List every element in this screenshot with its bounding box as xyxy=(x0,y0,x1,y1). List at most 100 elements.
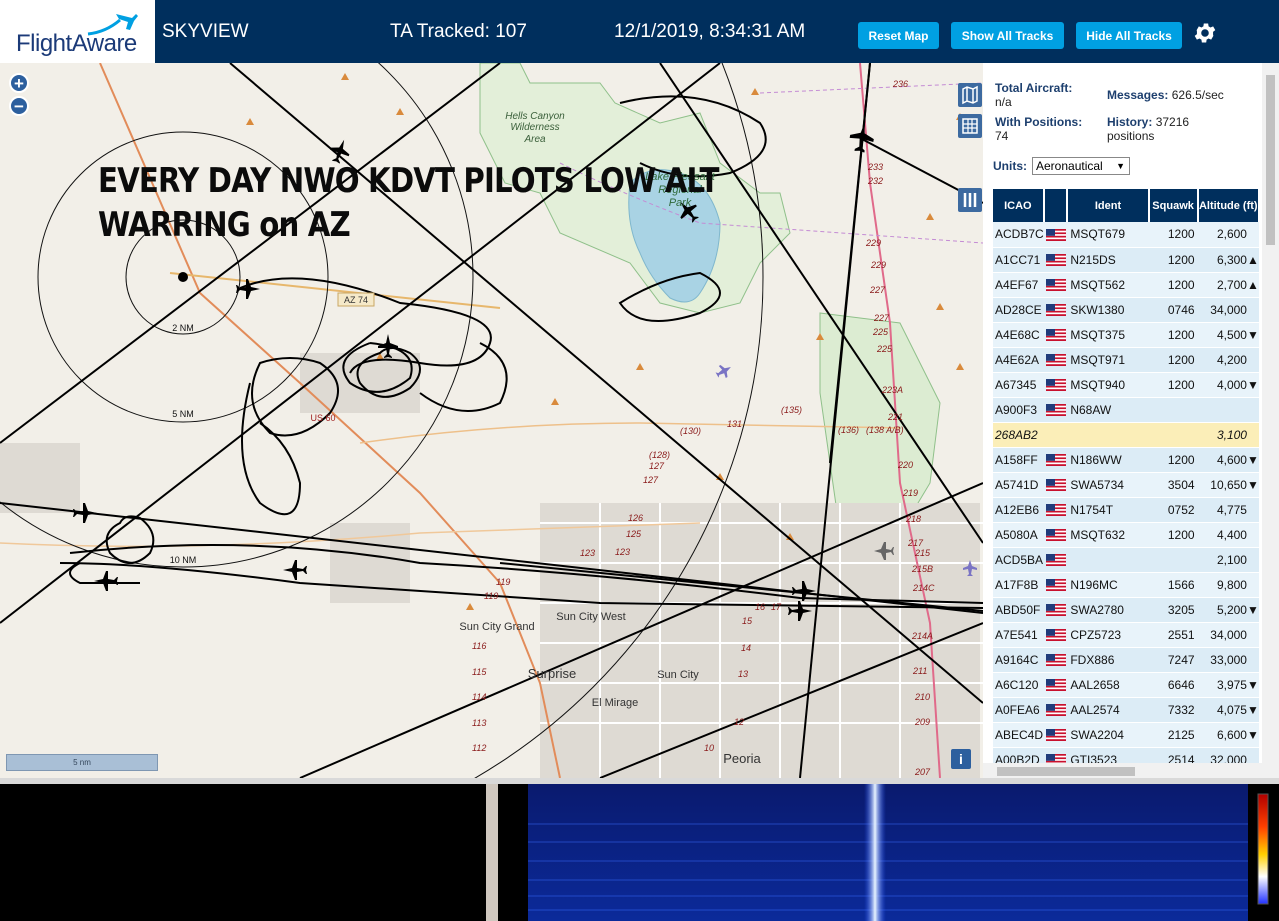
label-r131: 131 xyxy=(727,419,742,429)
flag-cell xyxy=(1043,397,1068,423)
show-all-tracks-button[interactable]: Show All Tracks xyxy=(951,22,1064,49)
columns-icon xyxy=(963,193,977,207)
flag-cell xyxy=(1043,647,1068,673)
table-row[interactable]: A4E68C MSQT375 1200 4,500 ▼ xyxy=(993,322,1259,348)
label-r119b: 119 xyxy=(484,591,498,601)
map-info-button[interactable]: i xyxy=(951,749,971,769)
ring-label-5nm: 5 NM xyxy=(172,409,194,419)
table-row[interactable]: A1CC71 N215DS 1200 6,300 ▲ xyxy=(993,247,1259,273)
ident-cell: N68AW xyxy=(1067,397,1149,423)
vertical-rate-icon: ▼ xyxy=(1246,322,1259,348)
svg-text:218: 218 xyxy=(905,514,921,524)
history-unit: positions xyxy=(1107,129,1155,143)
table-row[interactable]: ACDB7C MSQT679 1200 2,600 xyxy=(993,222,1259,248)
gear-icon[interactable] xyxy=(1192,20,1218,46)
icao-cell: A4E62A xyxy=(993,347,1044,373)
squawk-cell: 6646 xyxy=(1148,672,1198,698)
table-row[interactable]: A67345 MSQT940 1200 4,000 ▼ xyxy=(993,372,1259,398)
table-row[interactable]: A4E62A MSQT971 1200 4,200 xyxy=(993,347,1259,373)
table-row[interactable]: A7E541 CPZ5723 2551 34,000 xyxy=(993,622,1259,648)
squawk-cell: 7247 xyxy=(1148,647,1198,673)
table-row[interactable]: A17F8B N196MC 1566 9,800 xyxy=(993,572,1259,598)
squawk-cell: 1200 xyxy=(1148,247,1198,273)
spectrum-waterfall xyxy=(498,784,1279,921)
altitude-cell: 10,650 xyxy=(1197,472,1247,498)
icao-cell: A6C120 xyxy=(993,672,1044,698)
svg-text:215B: 215B xyxy=(911,564,933,574)
column-squawk[interactable]: Squawk xyxy=(1148,189,1199,222)
altitude-cell: 6,600 xyxy=(1197,722,1247,748)
table-row[interactable]: A6C120 AAL2658 6646 3,975 ▼ xyxy=(993,672,1259,698)
table-row[interactable]: A0FEA6 AAL2574 7332 4,075 ▼ xyxy=(993,697,1259,723)
table-row[interactable]: A9164C FDX886 7247 33,000 xyxy=(993,647,1259,673)
flag-cell xyxy=(1043,697,1068,723)
column-icao[interactable]: ICAO xyxy=(993,189,1045,222)
sidebar-horizontal-scrollbar[interactable] xyxy=(983,763,1279,779)
us-flag-icon xyxy=(1045,604,1066,617)
table-row[interactable]: A5080A MSQT632 1200 4,400 xyxy=(993,522,1259,548)
table-row[interactable]: A12EB6 N1754T 0752 4,775 xyxy=(993,497,1259,523)
us-flag-icon xyxy=(1045,229,1066,242)
ident-cell: MSQT632 xyxy=(1067,522,1149,548)
label-r112: 112 xyxy=(472,743,486,753)
vertical-rate-icon xyxy=(1246,297,1259,323)
svg-text:214C: 214C xyxy=(912,583,935,593)
flag-cell xyxy=(1043,247,1068,273)
label-peoria: Peoria xyxy=(723,751,761,766)
icao-cell: ACD5BA xyxy=(993,547,1044,573)
messages-label: Messages: xyxy=(1107,88,1169,102)
squawk-cell: 0752 xyxy=(1148,497,1198,523)
icao-cell: ACDB7C xyxy=(993,222,1044,248)
reset-map-button[interactable]: Reset Map xyxy=(858,22,939,49)
table-row[interactable]: AD28CE SKW1380 0746 34,000 xyxy=(993,297,1259,323)
table-row[interactable]: A900F3 N68AW xyxy=(993,397,1259,423)
icao-cell: 268AB2 xyxy=(993,422,1044,448)
zoom-in-button[interactable]: + xyxy=(9,73,29,93)
messages-stat: Messages: 626.5/sec xyxy=(1107,88,1224,102)
icao-cell: AD28CE xyxy=(993,297,1044,323)
flag-cell xyxy=(1043,522,1068,548)
map-view[interactable]: 2 NM 5 NM 10 NM Hells Canyon Wilderness … xyxy=(0,63,983,778)
column-ident[interactable]: Ident xyxy=(1067,189,1150,222)
us-flag-icon xyxy=(1045,729,1066,742)
svg-text:214A: 214A xyxy=(911,631,933,641)
squawk-cell: 1200 xyxy=(1148,522,1198,548)
squawk-cell: 7332 xyxy=(1148,697,1198,723)
svg-text:227: 227 xyxy=(869,285,886,295)
vertical-rate-icon xyxy=(1246,497,1259,523)
vertical-rate-icon xyxy=(1246,622,1259,648)
icao-cell: A900F3 xyxy=(993,397,1044,423)
hide-all-tracks-button[interactable]: Hide All Tracks xyxy=(1076,22,1182,49)
table-row[interactable]: ABEC4D SWA2204 2125 6,600 ▼ xyxy=(993,722,1259,748)
table-row[interactable]: 268AB2 3,100 xyxy=(993,422,1259,448)
vertical-rate-icon xyxy=(1246,547,1259,573)
table-row[interactable]: ABD50F SWA2780 3205 5,200 ▼ xyxy=(993,597,1259,623)
column-altitude[interactable]: Altitude (ft) xyxy=(1197,189,1261,222)
label-hells-canyon-1: Hells Canyon xyxy=(505,111,565,122)
svg-text:227: 227 xyxy=(873,313,890,323)
table-row[interactable]: A5741D SWA5734 3504 10,650 ▼ xyxy=(993,472,1259,498)
zoom-out-button[interactable]: − xyxy=(9,96,29,116)
altitude-cell: 4,400 xyxy=(1197,522,1247,548)
column-flag[interactable] xyxy=(1043,189,1069,222)
altitude-cell: 3,100 xyxy=(1197,422,1247,448)
flag-cell xyxy=(1043,572,1068,598)
table-row[interactable]: A158FF N186WW 1200 4,600 ▼ xyxy=(993,447,1259,473)
map-layers-button[interactable] xyxy=(958,83,982,107)
panel-separator xyxy=(486,784,498,921)
ident-cell: SWA5734 xyxy=(1067,472,1149,498)
ident-cell: SWA2204 xyxy=(1067,722,1149,748)
table-row[interactable]: ACD5BA 2,100 xyxy=(993,547,1259,573)
ident-cell: MSQT940 xyxy=(1067,372,1149,398)
altitude-cell: 4,075 xyxy=(1197,697,1247,723)
sidebar-vertical-scrollbar[interactable] xyxy=(1262,63,1279,763)
flag-cell xyxy=(1043,722,1068,748)
flightaware-logo[interactable]: FlightAware xyxy=(0,0,155,63)
vertical-rate-icon xyxy=(1246,397,1259,423)
toggle-sidebar-button[interactable] xyxy=(958,188,982,212)
label-surprise: Surprise xyxy=(528,666,576,681)
icao-cell: A5080A xyxy=(993,522,1044,548)
units-select[interactable]: Aeronautical ▼ xyxy=(1032,157,1130,175)
table-row[interactable]: A4EF67 MSQT562 1200 2,700 ▲ xyxy=(993,272,1259,298)
range-grid-button[interactable] xyxy=(958,114,982,138)
